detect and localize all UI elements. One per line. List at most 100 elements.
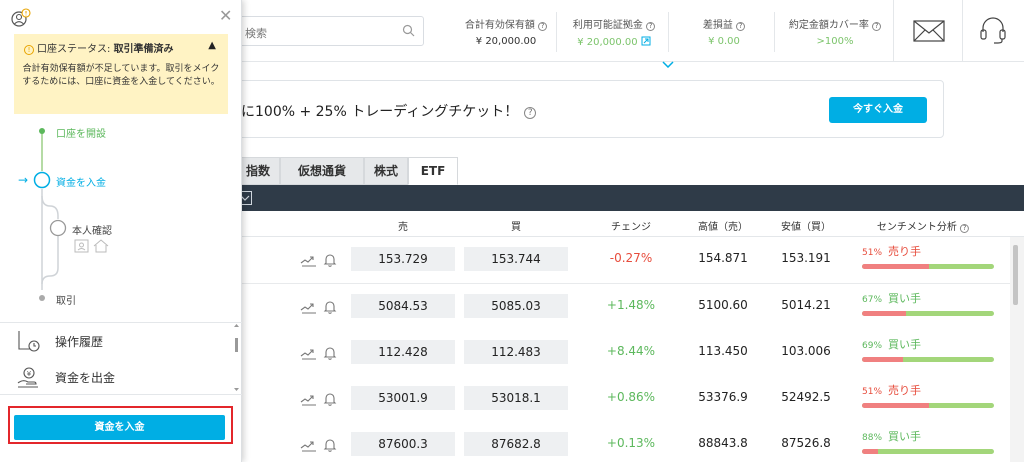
stat-value: ¥ 0.00 <box>708 36 740 47</box>
trade-icon[interactable] <box>300 347 318 361</box>
low-value: 5014.21 <box>781 298 831 312</box>
menu-item-withdraw[interactable]: ¥ 資金を出金 <box>0 359 232 395</box>
chevron-down-icon[interactable] <box>662 57 674 71</box>
buy-price[interactable]: 112.483 <box>464 340 568 364</box>
change-value: +1.48% <box>606 298 656 312</box>
table-toolbar <box>228 185 1024 211</box>
tab-crypto[interactable]: 仮想通貨 <box>280 157 364 185</box>
col-sentiment: センチメント分析 ? <box>876 218 970 233</box>
bell-icon[interactable] <box>322 299 338 315</box>
sell-price[interactable]: 53001.9 <box>351 386 455 410</box>
tab-etf[interactable]: ETF <box>408 157 458 185</box>
help-icon[interactable]: ? <box>872 22 882 31</box>
trade-icon[interactable] <box>300 439 318 453</box>
sell-price[interactable]: 112.428 <box>351 340 455 364</box>
step-verify[interactable]: 本人確認 <box>72 222 112 237</box>
sentiment-label: 売り手 <box>888 384 922 397</box>
headset-icon <box>980 17 1006 44</box>
messages-button[interactable] <box>893 0 963 62</box>
bell-icon[interactable] <box>322 437 338 453</box>
search-input[interactable]: 検索 <box>236 16 424 46</box>
scrollbar-thumb[interactable] <box>1013 245 1018 305</box>
account-status-box: ! 口座ステータス: 取引準備済み ▲ 合計有効保有額が不足しています。取引をメイ… <box>14 34 228 114</box>
bell-icon[interactable] <box>322 391 338 407</box>
help-icon[interactable]: ? <box>646 22 656 31</box>
tab-stocks[interactable]: 株式 <box>364 157 408 185</box>
col-sentiment-label: センチメント分析 <box>876 222 957 233</box>
bell-icon[interactable] <box>322 252 338 268</box>
status-label: 口座ステータス: <box>37 44 111 55</box>
buy-price[interactable]: 53018.1 <box>464 386 568 410</box>
col-change: チェンジ <box>611 222 651 233</box>
table-row[interactable]: 87600.3 87682.8 +0.13% 88843.8 87526.8 88% 買い手 <box>228 422 1010 462</box>
step-deposit[interactable]: 資金を入金 <box>56 174 106 189</box>
table-header: 売 買 チェンジ 高値（売） 安値（買） センチメント分析 ? <box>228 211 1024 237</box>
buy-price[interactable]: 5085.03 <box>464 294 568 318</box>
history-icon <box>16 329 42 356</box>
divider <box>668 12 669 52</box>
sentiment-cell: 88% 買い手 <box>862 428 994 454</box>
trade-icon[interactable] <box>300 301 318 315</box>
help-icon[interactable]: ? <box>960 224 970 233</box>
divider <box>556 12 557 52</box>
table-scrollbar[interactable] <box>1010 237 1024 462</box>
transfer-icon[interactable] <box>641 36 651 46</box>
row-actions <box>300 437 338 456</box>
sentiment-bar <box>862 403 994 408</box>
table-row[interactable]: 112.428 112.483 +8.44% 113.450 103.006 69% 買い手 <box>228 330 1010 377</box>
sentiment-bar-fill <box>862 449 878 454</box>
table-row[interactable]: 53001.9 53018.1 +0.86% 53376.9 52492.5 51% 売り手 <box>228 376 1010 423</box>
trade-icon[interactable] <box>300 393 318 407</box>
high-value: 53376.9 <box>698 390 748 404</box>
row-actions <box>300 345 338 364</box>
sentiment-bar-fill <box>862 311 906 316</box>
stat-label: 約定金額カバー率 <box>788 20 869 31</box>
sentiment-label: 買い手 <box>888 292 922 305</box>
buy-price[interactable]: 153.744 <box>464 247 568 271</box>
trade-icon[interactable] <box>300 254 318 268</box>
tab-indices[interactable]: 指数 <box>236 157 280 185</box>
col-sell: 売 <box>398 222 408 233</box>
status-message: 合計有効保有額が不足しています。取引をメイクするためには、口座に資金を入金してく… <box>22 64 220 87</box>
sell-price[interactable]: 5084.53 <box>351 294 455 318</box>
sentiment-bar <box>862 449 994 454</box>
stat-coverage: 約定金額カバー率 ? >100% <box>782 16 888 50</box>
buy-price[interactable]: 87682.8 <box>464 432 568 456</box>
promo-text: に100% + 25% トレーディングチケット！ <box>241 104 519 120</box>
support-button[interactable] <box>963 0 1024 62</box>
sentiment-bar <box>862 357 994 362</box>
side-scrollbar[interactable] <box>232 322 241 394</box>
col-buy: 買 <box>511 222 521 233</box>
promo-banner: に100% + 25% トレーディングチケット！? 今すぐ入金 <box>228 80 944 138</box>
sentiment-label: 買い手 <box>888 338 922 351</box>
help-icon[interactable]: ? <box>736 22 746 31</box>
table-row[interactable]: 5084.53 5085.03 +1.48% 5100.60 5014.21 67% 買い手 <box>228 284 1010 331</box>
help-icon[interactable]: ? <box>538 22 548 31</box>
deposit-funds-button[interactable]: 資金を入金 <box>14 415 225 440</box>
deposit-now-button[interactable]: 今すぐ入金 <box>829 97 927 123</box>
bell-icon[interactable] <box>322 345 338 361</box>
mail-icon <box>913 20 945 42</box>
close-icon[interactable]: ✕ <box>219 6 232 25</box>
app-window: 検索 合計有効保有額 ? ¥ 20,000.00 利用可能証拠金 ? ¥ 20,… <box>0 0 1024 462</box>
stat-value: >100% <box>816 36 854 47</box>
sentiment-label: 買い手 <box>888 430 922 443</box>
sell-price[interactable]: 153.729 <box>351 247 455 271</box>
sentiment-bar-fill <box>862 264 930 269</box>
col-high: 高値（売） <box>698 222 748 233</box>
stat-label: 差損益 <box>702 20 733 31</box>
sentiment-cell: 69% 買い手 <box>862 336 994 362</box>
onboarding-steps: → 口座を開設 資金を入金 本人確認 取引 <box>0 118 242 318</box>
collapse-caret-icon[interactable]: ▲ <box>208 40 216 51</box>
warning-icon: ! <box>24 45 34 55</box>
menu-label: 操作履歴 <box>55 335 104 349</box>
search-placeholder: 検索 <box>245 27 267 40</box>
sell-price[interactable]: 87600.3 <box>351 432 455 456</box>
low-value: 153.191 <box>781 251 831 265</box>
low-value: 87526.8 <box>781 436 831 450</box>
low-value: 103.006 <box>781 344 831 358</box>
help-icon[interactable]: ? <box>524 107 537 119</box>
sentiment-percent: 67% <box>862 295 883 305</box>
menu-item-history[interactable]: 操作履歴 <box>0 323 232 359</box>
table-row[interactable]: 153.729 153.744 -0.27% 154.871 153.191 51% 売り手 <box>228 237 1010 284</box>
